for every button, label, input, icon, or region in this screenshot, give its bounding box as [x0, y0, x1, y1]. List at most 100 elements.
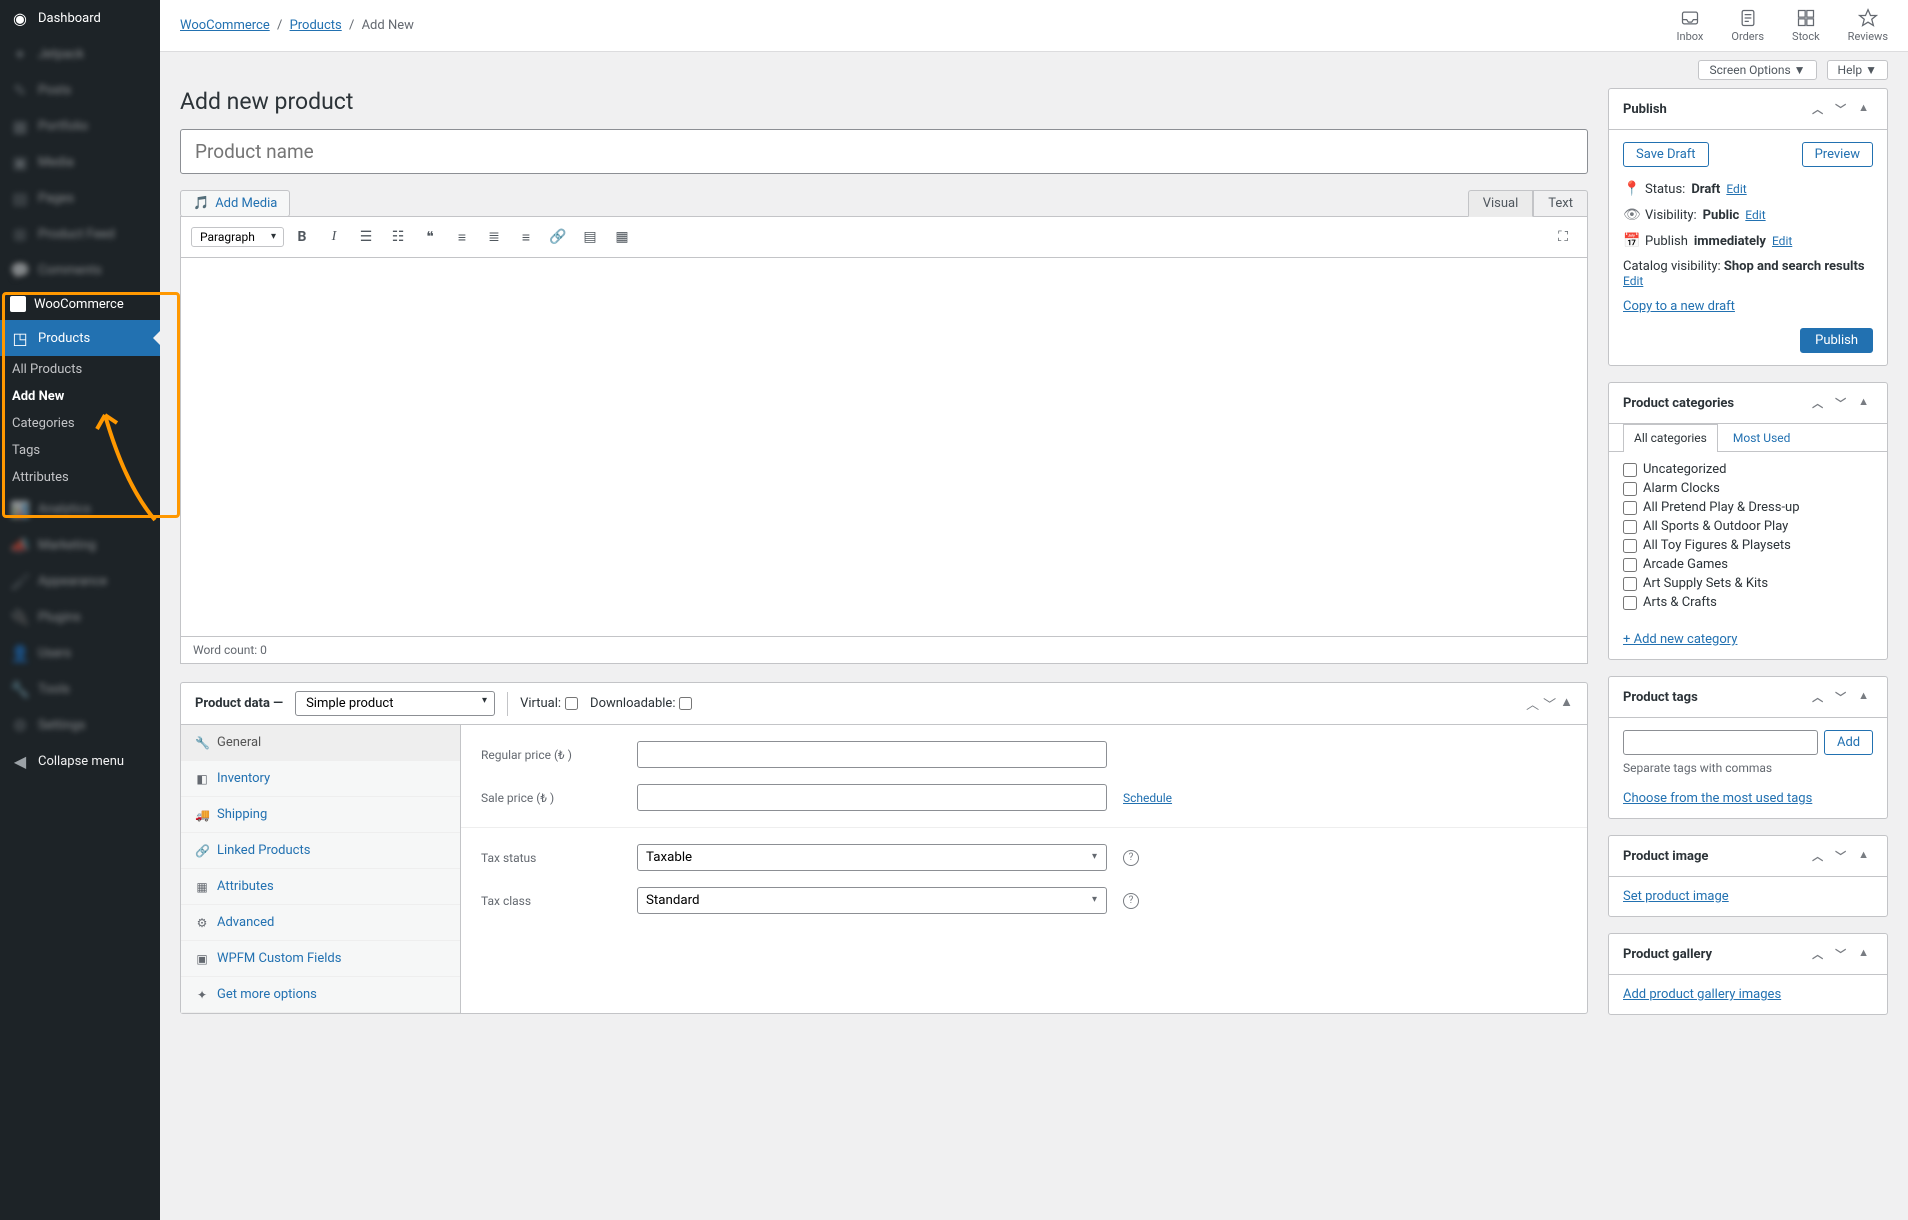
copy-draft-link[interactable]: Copy to a new draft [1623, 299, 1735, 314]
virtual-checkbox[interactable] [565, 697, 578, 710]
help-button[interactable]: Help ▼ [1827, 60, 1888, 80]
screen-options-button[interactable]: Screen Options ▼ [1698, 60, 1816, 80]
sidebar-collapse[interactable]: ◀ Collapse menu [0, 743, 160, 779]
sidebar-blurred-item[interactable]: 🔧Tools [0, 671, 160, 707]
panel-toggle-icon[interactable]: ▲ [1560, 694, 1573, 713]
sale-price-input[interactable] [637, 784, 1107, 811]
orders-button[interactable]: Orders [1731, 8, 1764, 43]
breadcrumb-woocommerce[interactable]: WooCommerce [180, 18, 270, 33]
sidebar-products[interactable]: ◳ Products [0, 320, 160, 356]
panel-down-icon[interactable]: ﹀ [1831, 846, 1850, 866]
panel-toggle-icon[interactable]: ▲ [1854, 687, 1873, 707]
add-media-button[interactable]: 🎵 Add Media [180, 190, 290, 217]
save-draft-button[interactable]: Save Draft [1623, 142, 1709, 167]
sidebar-blurred-item[interactable]: 🖌Appearance [0, 563, 160, 599]
sidebar-blurred-item[interactable]: 👤Users [0, 635, 160, 671]
fullscreen-button[interactable]: ⛶ [1549, 223, 1577, 251]
sidebar-blurred-item[interactable]: ✦Jetpack [0, 36, 160, 72]
panel-up-icon[interactable]: ︿ [1808, 99, 1827, 119]
cat-item[interactable]: Alarm Clocks [1623, 481, 1873, 496]
sidebar-blurred-item[interactable]: 📊Analytics [0, 491, 160, 527]
pd-tab-general[interactable]: 🔧General [181, 725, 460, 761]
edit-catalog-link[interactable]: Edit [1623, 274, 1643, 288]
preview-button[interactable]: Preview [1802, 142, 1873, 167]
product-type-select[interactable]: Simple product [295, 691, 495, 716]
help-icon[interactable]: ? [1123, 893, 1139, 909]
pd-tab-wpfm[interactable]: ▣WPFM Custom Fields [181, 941, 460, 977]
publish-button[interactable]: Publish [1800, 328, 1873, 353]
sidebar-sub-attributes[interactable]: Attributes [0, 464, 160, 491]
cat-item[interactable]: All Pretend Play & Dress-up [1623, 500, 1873, 515]
product-name-input[interactable] [180, 129, 1588, 174]
tag-input[interactable] [1623, 730, 1818, 755]
panel-up-icon[interactable]: ︿ [1808, 846, 1827, 866]
add-gallery-link[interactable]: Add product gallery images [1623, 987, 1781, 1002]
panel-down-icon[interactable]: ﹀ [1831, 393, 1850, 413]
toolbar-toggle-button[interactable]: ▦ [608, 223, 636, 251]
paragraph-select[interactable]: Paragraph [191, 227, 284, 247]
edit-publish-link[interactable]: Edit [1772, 234, 1792, 248]
sidebar-blurred-item[interactable]: ▦Portfolio [0, 108, 160, 144]
help-icon[interactable]: ? [1123, 850, 1139, 866]
cat-tab-all[interactable]: All categories [1623, 424, 1718, 452]
panel-toggle-icon[interactable]: ▲ [1854, 944, 1873, 964]
editor-textarea[interactable] [180, 257, 1588, 637]
sidebar-blurred-item[interactable]: 💬Comments [0, 252, 160, 288]
category-list[interactable]: Uncategorized Alarm Clocks All Pretend P… [1609, 452, 1887, 624]
cat-item[interactable]: Art Supply Sets & Kits [1623, 576, 1873, 591]
readmore-button[interactable]: ▤ [576, 223, 604, 251]
cat-item[interactable]: Uncategorized [1623, 462, 1873, 477]
edit-status-link[interactable]: Edit [1726, 182, 1746, 196]
panel-down-icon[interactable]: ﹀ [1831, 99, 1850, 119]
stock-button[interactable]: Stock [1792, 8, 1820, 43]
cat-item[interactable]: All Toy Figures & Playsets [1623, 538, 1873, 553]
panel-down-icon[interactable]: ﹀ [1543, 694, 1556, 713]
bullet-list-button[interactable]: ☰ [352, 223, 380, 251]
panel-up-icon[interactable]: ︿ [1808, 944, 1827, 964]
panel-toggle-icon[interactable]: ▲ [1854, 99, 1873, 119]
inbox-button[interactable]: Inbox [1677, 8, 1704, 43]
sidebar-blurred-item[interactable]: ✎Posts [0, 72, 160, 108]
tax-class-select[interactable]: Standard [637, 887, 1107, 914]
pd-tab-inventory[interactable]: ◧Inventory [181, 761, 460, 797]
sidebar-sub-add-new[interactable]: Add New [0, 383, 160, 410]
breadcrumb-products[interactable]: Products [290, 18, 342, 33]
cat-item[interactable]: Arcade Games [1623, 557, 1873, 572]
pd-tab-more[interactable]: ✦Get more options [181, 977, 460, 1013]
sidebar-blurred-item[interactable]: 🔌Plugins [0, 599, 160, 635]
numbered-list-button[interactable]: ☷ [384, 223, 412, 251]
panel-toggle-icon[interactable]: ▲ [1854, 846, 1873, 866]
panel-up-icon[interactable]: ︿ [1808, 393, 1827, 413]
edit-visibility-link[interactable]: Edit [1745, 208, 1765, 222]
pd-tab-advanced[interactable]: ⚙Advanced [181, 905, 460, 941]
align-right-button[interactable]: ≡ [512, 223, 540, 251]
pd-tab-shipping[interactable]: 🚚Shipping [181, 797, 460, 833]
panel-up-icon[interactable]: ︿ [1526, 694, 1539, 713]
sidebar-blurred-item[interactable]: ▤Pages [0, 180, 160, 216]
align-center-button[interactable]: ≣ [480, 223, 508, 251]
sidebar-woocommerce[interactable]: WooCommerce [0, 288, 160, 320]
pd-tab-attributes[interactable]: ▦Attributes [181, 869, 460, 905]
downloadable-checkbox[interactable] [679, 697, 692, 710]
tab-text[interactable]: Text [1533, 190, 1588, 217]
sidebar-sub-tags[interactable]: Tags [0, 437, 160, 464]
add-tag-button[interactable]: Add [1824, 730, 1873, 755]
quote-button[interactable]: ❝ [416, 223, 444, 251]
cat-item[interactable]: Arts & Crafts [1623, 595, 1873, 610]
sidebar-blurred-item[interactable]: 📣Marketing [0, 527, 160, 563]
panel-down-icon[interactable]: ﹀ [1831, 687, 1850, 707]
sidebar-blurred-item[interactable]: ⚙Settings [0, 707, 160, 743]
italic-button[interactable]: I [320, 223, 348, 251]
link-button[interactable]: 🔗 [544, 223, 572, 251]
regular-price-input[interactable] [637, 741, 1107, 768]
choose-tags-link[interactable]: Choose from the most used tags [1623, 791, 1812, 806]
schedule-link[interactable]: Schedule [1123, 791, 1172, 805]
bold-button[interactable]: B [288, 223, 316, 251]
sidebar-dashboard[interactable]: ◉ Dashboard [0, 0, 160, 36]
cat-tab-most-used[interactable]: Most Used [1722, 424, 1802, 451]
reviews-button[interactable]: Reviews [1848, 8, 1888, 43]
panel-toggle-icon[interactable]: ▲ [1854, 393, 1873, 413]
add-category-link[interactable]: + Add new category [1623, 632, 1737, 647]
sidebar-blurred-item[interactable]: ⊞Product Feed [0, 216, 160, 252]
sidebar-sub-categories[interactable]: Categories [0, 410, 160, 437]
